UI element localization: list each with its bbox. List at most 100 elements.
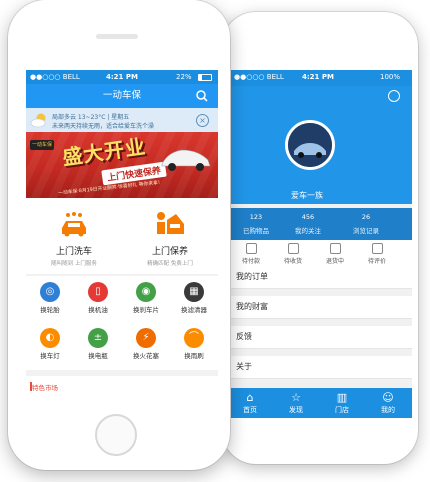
featured-market-section: 特色市场 bbox=[26, 376, 218, 402]
grid-item-spark-plug[interactable]: ⚡ 换火花塞 bbox=[122, 324, 170, 368]
wallet-icon bbox=[245, 243, 257, 254]
clock: 4:21 PM bbox=[302, 73, 334, 81]
back-tab-bar: ⌂ 首页 ☆ 发现 ▥ 门店 ☺ 我的 bbox=[230, 388, 412, 418]
stat-label: 浏览记录 bbox=[353, 227, 379, 235]
phone-speaker bbox=[96, 34, 138, 39]
mechanic-icon bbox=[157, 212, 184, 234]
car-photo-icon bbox=[288, 123, 332, 167]
grid-item-battery[interactable]: ± 换电瓶 bbox=[74, 324, 122, 368]
service-title: 上门洗车 bbox=[55, 247, 92, 257]
profile-stats: 123 已购物品 456 我的关注 26 浏览记录 bbox=[230, 208, 412, 240]
settings-gear-icon[interactable] bbox=[388, 90, 400, 102]
grid-item-brake[interactable]: ◉ 换刹车片 bbox=[122, 278, 170, 322]
wiper-icon: ⌒ bbox=[184, 328, 204, 348]
tab-store[interactable]: ▥ 门店 bbox=[322, 388, 362, 418]
close-icon[interactable]: × bbox=[196, 114, 209, 127]
menu-about[interactable]: 关于 bbox=[230, 356, 412, 379]
battery-icon bbox=[198, 74, 212, 81]
order-label: 退货中 bbox=[325, 258, 344, 265]
status-bar: ●●○○○ BELL 4:21 PM 22% bbox=[26, 70, 218, 84]
grid-label: 换雨刷 bbox=[184, 352, 204, 360]
tab-discover[interactable]: ☆ 发现 bbox=[276, 388, 316, 418]
weather-tip: 未来两天持续无雨，适合给爱车洗个澡 bbox=[52, 123, 155, 130]
tab-mine[interactable]: ☺ 我的 bbox=[368, 388, 408, 418]
user-icon: ☺ bbox=[382, 391, 394, 404]
oil-icon: ▯ bbox=[88, 282, 108, 302]
service-grid: ◎ 换轮胎 ▯ 换机油 ◉ 换刹车片 ▦ 换滤清器 ◐ 换车灯 ± 换电瓶 ⚡ 换火花塞 ⌒ 换… bbox=[26, 276, 218, 370]
tire-icon: ◎ bbox=[40, 282, 60, 302]
section-title: 特色市场 bbox=[32, 384, 58, 392]
truck-icon bbox=[287, 243, 299, 254]
avatar[interactable] bbox=[285, 120, 335, 170]
profile-header: 爱车一族 bbox=[230, 86, 412, 204]
stat-label: 我的关注 bbox=[295, 227, 321, 235]
tab-label: 发现 bbox=[289, 406, 303, 414]
page-title: 一动车保 bbox=[102, 90, 141, 101]
grid-label: 换火花塞 bbox=[133, 352, 159, 360]
grid-item-oil[interactable]: ▯ 换机油 bbox=[74, 278, 122, 322]
brake-icon: ◉ bbox=[136, 282, 156, 302]
grid-label: 换车灯 bbox=[40, 352, 60, 360]
service-car-wash[interactable]: 上门洗车 随叫随到 上门服务 bbox=[26, 198, 122, 274]
grid-label: 换刹车片 bbox=[133, 306, 159, 314]
battery-label: 100% bbox=[380, 73, 401, 81]
grid-label: 换轮胎 bbox=[40, 306, 60, 314]
primary-services: 上门洗车 随叫随到 上门服务 上门保养 精确匹配 免费上门 bbox=[26, 198, 218, 274]
weather-forecast: 局部多云 13~23°C | 星期五 bbox=[52, 114, 130, 121]
promo-banner[interactable]: 一动车保 盛大开业 上门快速保养 一动车保·8月19日开业酬宾·惊喜好礼 等你来… bbox=[26, 132, 218, 198]
car-icon bbox=[161, 149, 211, 171]
grid-item-tire[interactable]: ◎ 换轮胎 bbox=[26, 278, 74, 322]
grid-label: 换电瓶 bbox=[88, 352, 108, 360]
carrier-label: ●●○○○ BELL bbox=[30, 73, 80, 81]
tab-home[interactable]: ⌂ 首页 bbox=[230, 388, 270, 418]
order-label: 待收货 bbox=[283, 258, 302, 265]
grid-label: 换机油 bbox=[88, 306, 108, 314]
battery-icon: ± bbox=[88, 328, 108, 348]
stat-following[interactable]: 456 我的关注 bbox=[282, 208, 334, 240]
search-icon[interactable] bbox=[196, 90, 208, 102]
top-nav-bar: 一动车保 bbox=[26, 84, 218, 108]
order-label: 待付款 bbox=[241, 258, 260, 265]
return-icon bbox=[329, 243, 341, 254]
grid-label: 换滤清器 bbox=[181, 306, 207, 314]
review-icon bbox=[371, 243, 383, 254]
order-label: 待评价 bbox=[367, 258, 386, 265]
spark-plug-icon: ⚡ bbox=[136, 328, 156, 348]
grid-item-filter[interactable]: ▦ 换滤清器 bbox=[170, 278, 218, 322]
star-icon: ☆ bbox=[291, 391, 301, 404]
brand-badge: 一动车保 bbox=[30, 140, 54, 150]
tab-label: 我的 bbox=[381, 406, 395, 414]
partly-cloudy-icon bbox=[30, 113, 46, 128]
back-phone-screen: ●●○○○ BELL 4:21 PM 100% 爱车一族 123 已购物品 45… bbox=[230, 70, 412, 418]
headlight-icon: ◐ bbox=[40, 328, 60, 348]
menu-my-orders[interactable]: 我的订单 bbox=[230, 266, 412, 289]
weather-notice: 局部多云 13~23°C | 星期五 未来两天持续无雨，适合给爱车洗个澡 × bbox=[26, 108, 218, 132]
service-subtitle: 随叫随到 上门服务 bbox=[51, 261, 97, 267]
stat-value: 123 bbox=[249, 213, 263, 221]
front-phone-screen: ●●○○○ BELL 4:21 PM 22% 一动车保 局部多云 13~23°C… bbox=[26, 70, 218, 402]
back-status-bar: ●●○○○ BELL 4:21 PM 100% bbox=[230, 70, 412, 86]
service-title: 上门保养 bbox=[151, 247, 188, 257]
home-button[interactable] bbox=[95, 414, 137, 456]
stat-history[interactable]: 26 浏览记录 bbox=[340, 208, 392, 240]
grid-item-wiper[interactable]: ⌒ 换雨刷 bbox=[170, 324, 218, 368]
store-icon: ▥ bbox=[336, 391, 348, 404]
stat-value: 456 bbox=[301, 213, 315, 221]
service-maintenance[interactable]: 上门保养 精确匹配 免费上门 bbox=[122, 198, 218, 274]
filter-icon: ▦ bbox=[184, 282, 204, 302]
tab-label: 首页 bbox=[243, 406, 257, 414]
home-icon: ⌂ bbox=[246, 391, 254, 404]
grid-item-headlight[interactable]: ◐ 换车灯 bbox=[26, 324, 74, 368]
battery-label: 22% bbox=[176, 73, 192, 81]
menu-my-wealth[interactable]: 我的财富 bbox=[230, 296, 412, 319]
stat-label: 已购物品 bbox=[243, 227, 269, 235]
stat-value: 26 bbox=[361, 213, 371, 221]
profile-username: 爱车一族 bbox=[291, 191, 323, 200]
service-subtitle: 精确匹配 免费上门 bbox=[147, 261, 193, 267]
car-wash-icon bbox=[62, 212, 86, 237]
tab-label: 门店 bbox=[335, 406, 349, 414]
clock: 4:21 PM bbox=[106, 73, 138, 81]
stat-purchased[interactable]: 123 已购物品 bbox=[230, 208, 282, 240]
menu-feedback[interactable]: 反馈 bbox=[230, 326, 412, 349]
carrier-label: ●●○○○ BELL bbox=[234, 73, 284, 81]
